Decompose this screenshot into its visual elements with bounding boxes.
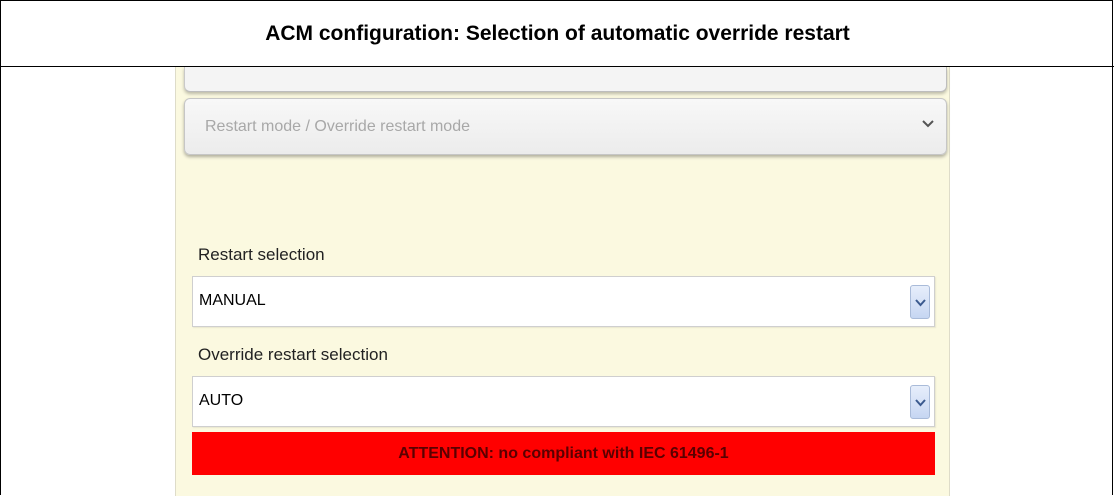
compliance-warning-text: ATTENTION: no compliant with IEC 61496-1	[398, 444, 729, 462]
restart-selection-value: MANUAL	[199, 292, 266, 309]
override-restart-selection-label: Override restart selection	[198, 345, 388, 364]
override-restart-selection-dropdown[interactable]: AUTO	[192, 376, 935, 427]
figure-title-row: ACM configuration: Selection of automati…	[1, 1, 1114, 67]
override-restart-selection-value: AUTO	[199, 392, 244, 409]
chevron-down-icon	[915, 299, 926, 307]
figure-frame: ACM configuration: Selection of automati…	[0, 0, 1114, 496]
compliance-warning-banner: ATTENTION: no compliant with IEC 61496-1	[192, 432, 935, 475]
restart-selection-label: Restart selection	[198, 245, 325, 264]
restart-dropdown-button[interactable]	[910, 285, 930, 319]
chevron-down-icon	[915, 399, 926, 407]
config-panel: Restart mode / Override restart mode Res…	[175, 67, 950, 496]
chevron-down-icon	[920, 115, 936, 131]
figure-title: ACM configuration: Selection of automati…	[265, 21, 850, 45]
previous-accordion-section[interactable]	[184, 67, 947, 92]
accordion-label: Restart mode / Override restart mode	[205, 118, 470, 135]
restart-mode-accordion[interactable]: Restart mode / Override restart mode	[184, 98, 947, 155]
restart-selection-dropdown[interactable]: MANUAL	[192, 276, 935, 327]
override-restart-dropdown-button[interactable]	[910, 385, 930, 419]
